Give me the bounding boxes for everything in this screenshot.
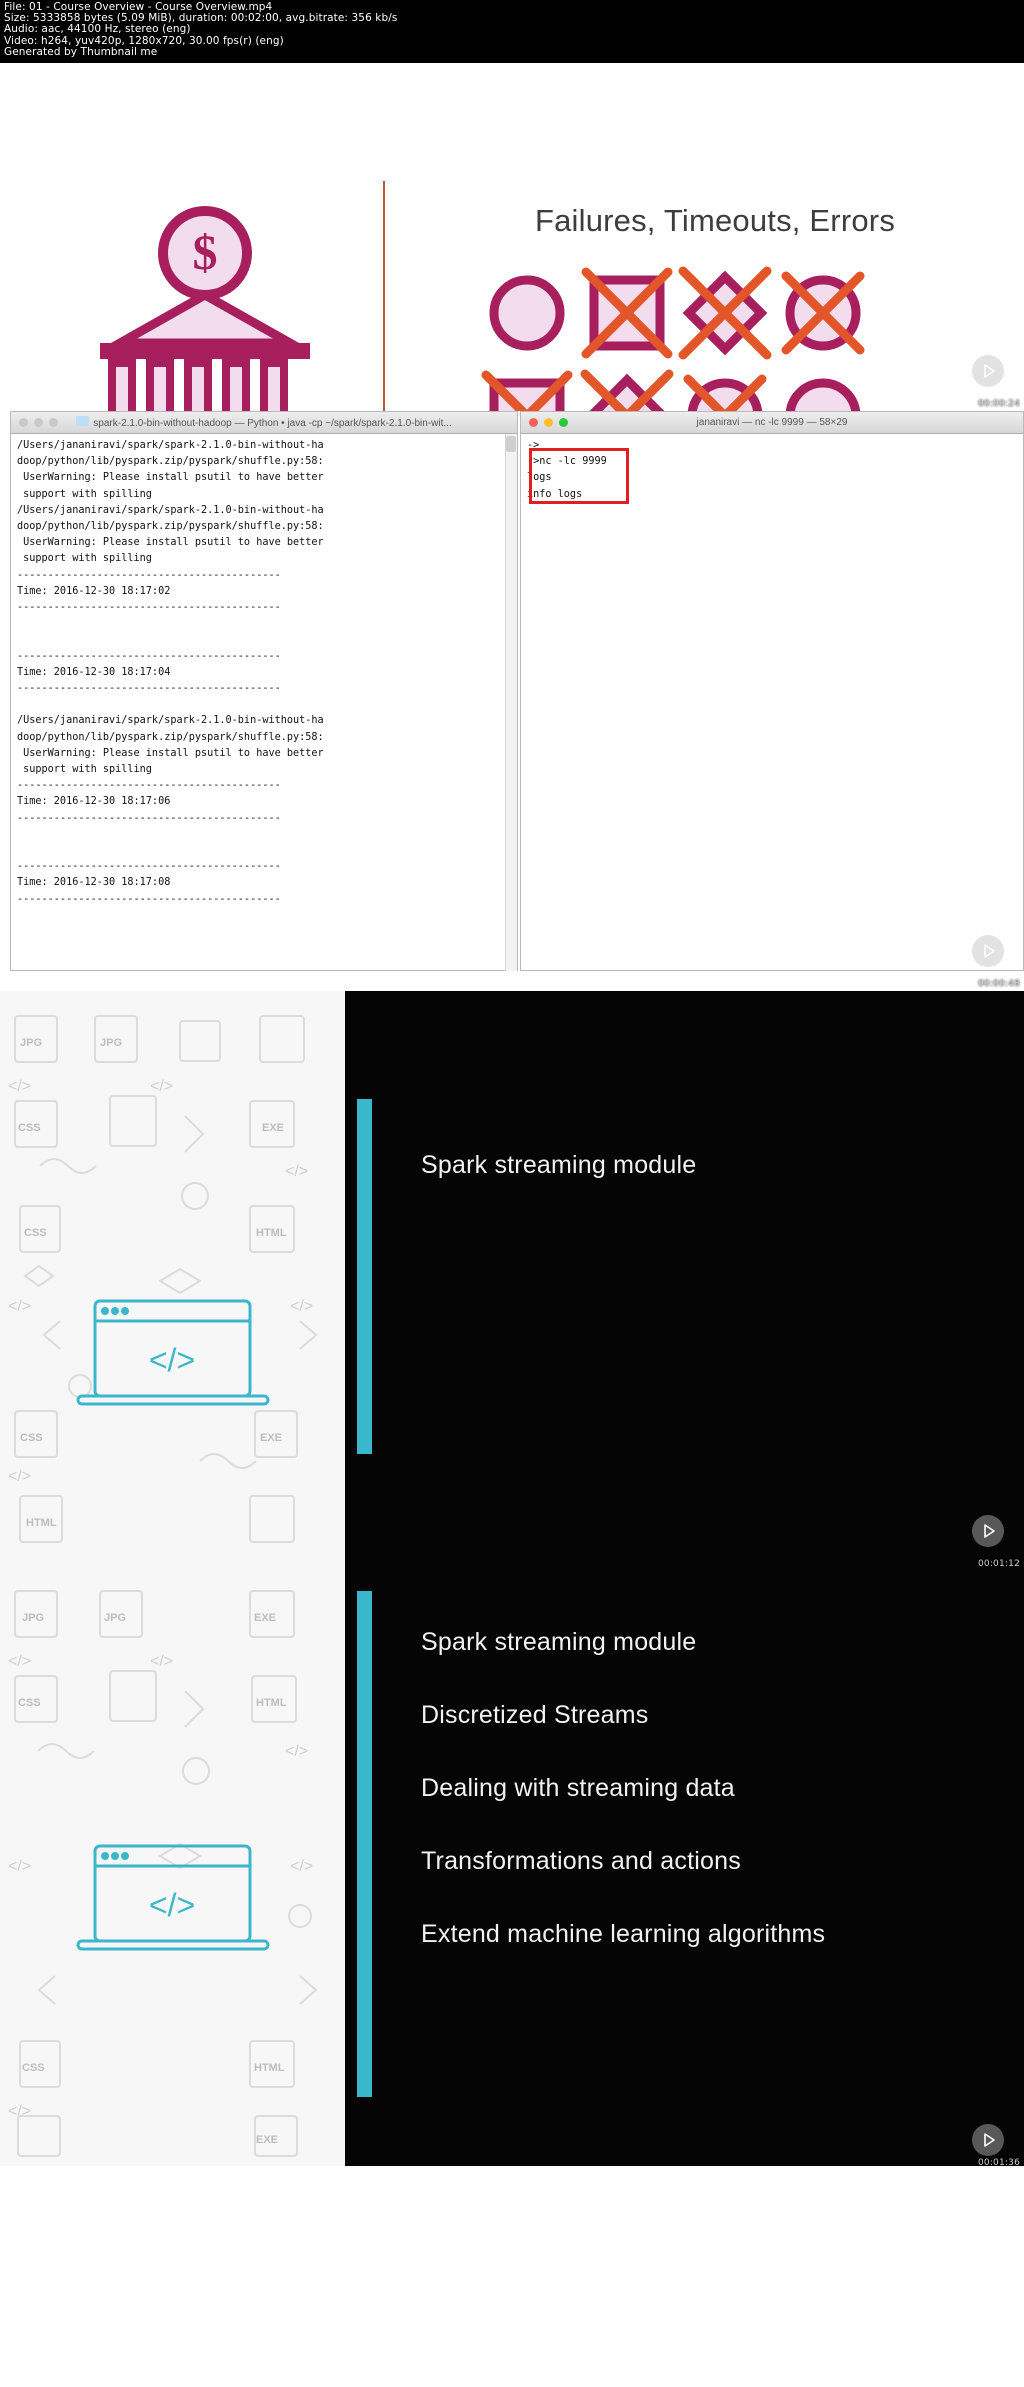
terminal-output-left: /Users/jananiravi/spark/spark-2.1.0-bin-… — [17, 440, 324, 905]
svg-text:</>: </> — [290, 1858, 313, 1875]
play-overlay-icon[interactable] — [972, 355, 1004, 387]
terminal-title-left-wrap: spark-2.1.0-bin-without-hadoop — Python … — [11, 416, 517, 429]
svg-text:CSS: CSS — [18, 1122, 41, 1134]
svg-text:JPG: JPG — [22, 1612, 44, 1624]
play-overlay-icon[interactable] — [972, 935, 1004, 967]
svg-text:</>: </> — [149, 1342, 195, 1378]
outline-bullet-5: Extend machine learning algorithms — [421, 1920, 826, 1948]
svg-text:</>: </> — [149, 1887, 195, 1923]
svg-text:</>: </> — [285, 1163, 308, 1180]
thumbnail-failures-timeouts-errors[interactable]: $ Failures, Timeouts, Errors 00:00:24 — [0, 63, 1024, 411]
minimize-button-icon[interactable] — [34, 418, 43, 427]
thumbnail-spark-streaming-module[interactable]: JPG JPG CSS EXE CSS HTML CSS EXE HTML </… — [0, 991, 1024, 1571]
svg-text:$: $ — [193, 224, 218, 280]
shape-circle-8 — [785, 378, 861, 411]
svg-text:CSS: CSS — [24, 1227, 47, 1239]
shape-circle-4-crossed — [781, 271, 865, 355]
timestamp-label: 00:00:24 — [977, 399, 1020, 409]
shape-circle-1 — [489, 275, 565, 351]
svg-text:EXE: EXE — [256, 2134, 278, 2146]
scrollbar-thumb[interactable] — [506, 436, 516, 452]
shape-diamond-6-crossed — [580, 369, 674, 411]
svg-text:</>: </> — [285, 1743, 308, 1760]
shape-circle-7-crossed — [683, 374, 767, 411]
svg-text:</>: </> — [8, 2103, 31, 2120]
shape-diamond-3-crossed — [678, 266, 772, 360]
svg-text:EXE: EXE — [262, 1122, 284, 1134]
play-overlay-icon[interactable] — [972, 1515, 1004, 1547]
outline-bullet-1: Spark streaming module — [421, 1628, 697, 1656]
terminal-window-left[interactable]: spark-2.1.0-bin-without-hadoop — Python … — [10, 411, 518, 971]
outline-bullet-4: Transformations and actions — [421, 1847, 741, 1875]
svg-text:CSS: CSS — [18, 1697, 41, 1709]
terminal-title-left: spark-2.1.0-bin-without-hadoop — Python … — [93, 418, 452, 429]
svg-text:</>: </> — [8, 1298, 31, 1315]
svg-text:JPG: JPG — [20, 1037, 42, 1049]
info-line-audio: Audio: aac, 44100 Hz, stereo (eng) — [4, 23, 191, 36]
window-controls-right[interactable] — [529, 418, 568, 427]
svg-text:HTML: HTML — [256, 1697, 287, 1709]
doodle-pattern-background: JPG JPG CSS EXE CSS HTML CSS EXE HTML </… — [0, 991, 345, 1571]
svg-text:EXE: EXE — [260, 1432, 282, 1444]
timestamp-label: 00:01:12 — [977, 1559, 1020, 1569]
play-overlay-icon[interactable] — [972, 2124, 1004, 2156]
svg-text:</>: </> — [8, 1468, 31, 1485]
maximize-button-icon[interactable] — [49, 418, 58, 427]
svg-text:CSS: CSS — [20, 1432, 43, 1444]
slide-title: Failures, Timeouts, Errors — [534, 203, 896, 238]
terminal-title-right: jananiravi — nc -lc 9999 — 58×29 — [696, 417, 848, 428]
outline-bullet-3: Dealing with streaming data — [421, 1774, 735, 1802]
svg-text:</>: </> — [290, 1298, 313, 1315]
close-button-icon[interactable] — [19, 418, 28, 427]
outline-bullet-2: Discretized Streams — [421, 1701, 649, 1729]
maximize-button-icon[interactable] — [559, 418, 568, 427]
svg-text:</>: </> — [150, 1078, 173, 1095]
minimize-button-icon[interactable] — [544, 418, 553, 427]
folder-icon — [76, 416, 90, 426]
svg-text:HTML: HTML — [254, 2062, 285, 2074]
slide-spark-streaming-module: Spark streaming module — [345, 991, 1024, 1571]
timestamp-label: 00:01:36 — [977, 2158, 1020, 2166]
svg-text:HTML: HTML — [26, 1517, 57, 1529]
terminal-window-right[interactable]: jananiravi — nc -lc 9999 — 58×29 -> ->nc… — [520, 411, 1024, 971]
timestamp-label: 00:00:48 — [977, 979, 1020, 989]
terminal-scrollbar-left[interactable] — [505, 434, 517, 971]
svg-text:</>: </> — [150, 1653, 173, 1670]
svg-text:</>: </> — [8, 1653, 31, 1670]
svg-text:JPG: JPG — [104, 1612, 126, 1624]
video-info-header: File: 01 - Course Overview - Course Over… — [0, 0, 1024, 63]
svg-text:</>: </> — [8, 1078, 31, 1095]
terminal-titlebar-right[interactable]: jananiravi — nc -lc 9999 — 58×29 — [521, 412, 1023, 434]
terminal-output-right: -> ->nc -lc 9999 logs info logs — [527, 440, 607, 500]
accent-bar — [357, 1099, 372, 1454]
vertical-divider — [383, 181, 385, 411]
close-button-icon[interactable] — [529, 418, 538, 427]
failure-shape-grid — [481, 266, 865, 411]
window-controls-left[interactable] — [19, 418, 58, 427]
terminal-titlebar-left[interactable]: spark-2.1.0-bin-without-hadoop — Python … — [11, 412, 517, 434]
bank-building-icon: $ — [100, 206, 310, 411]
svg-text:JPG: JPG — [100, 1037, 122, 1049]
shape-square-5-crossed — [481, 370, 573, 411]
slide-heading: Spark streaming module — [421, 1151, 697, 1179]
doodle-pattern-background: JPG JPG EXE CSS HTML CSS HTML EXE </> </… — [0, 1571, 345, 2166]
thumbnail-terminal-demo[interactable]: spark-2.1.0-bin-without-hadoop — Python … — [0, 411, 1024, 991]
accent-bar — [357, 1591, 372, 2097]
shape-square-2-crossed — [581, 267, 673, 359]
info-line-generator: Generated by Thumbnail me — [4, 45, 158, 58]
thumbnail-course-outline[interactable]: JPG JPG EXE CSS HTML CSS HTML EXE </> </… — [0, 1571, 1024, 2166]
svg-text:EXE: EXE — [254, 1612, 276, 1624]
slide-course-outline: Spark streaming module Discretized Strea… — [345, 1571, 1024, 2166]
svg-text:CSS: CSS — [22, 2062, 45, 2074]
svg-text:</>: </> — [8, 1858, 31, 1875]
red-highlight-box — [529, 448, 629, 504]
svg-text:HTML: HTML — [256, 1227, 287, 1239]
